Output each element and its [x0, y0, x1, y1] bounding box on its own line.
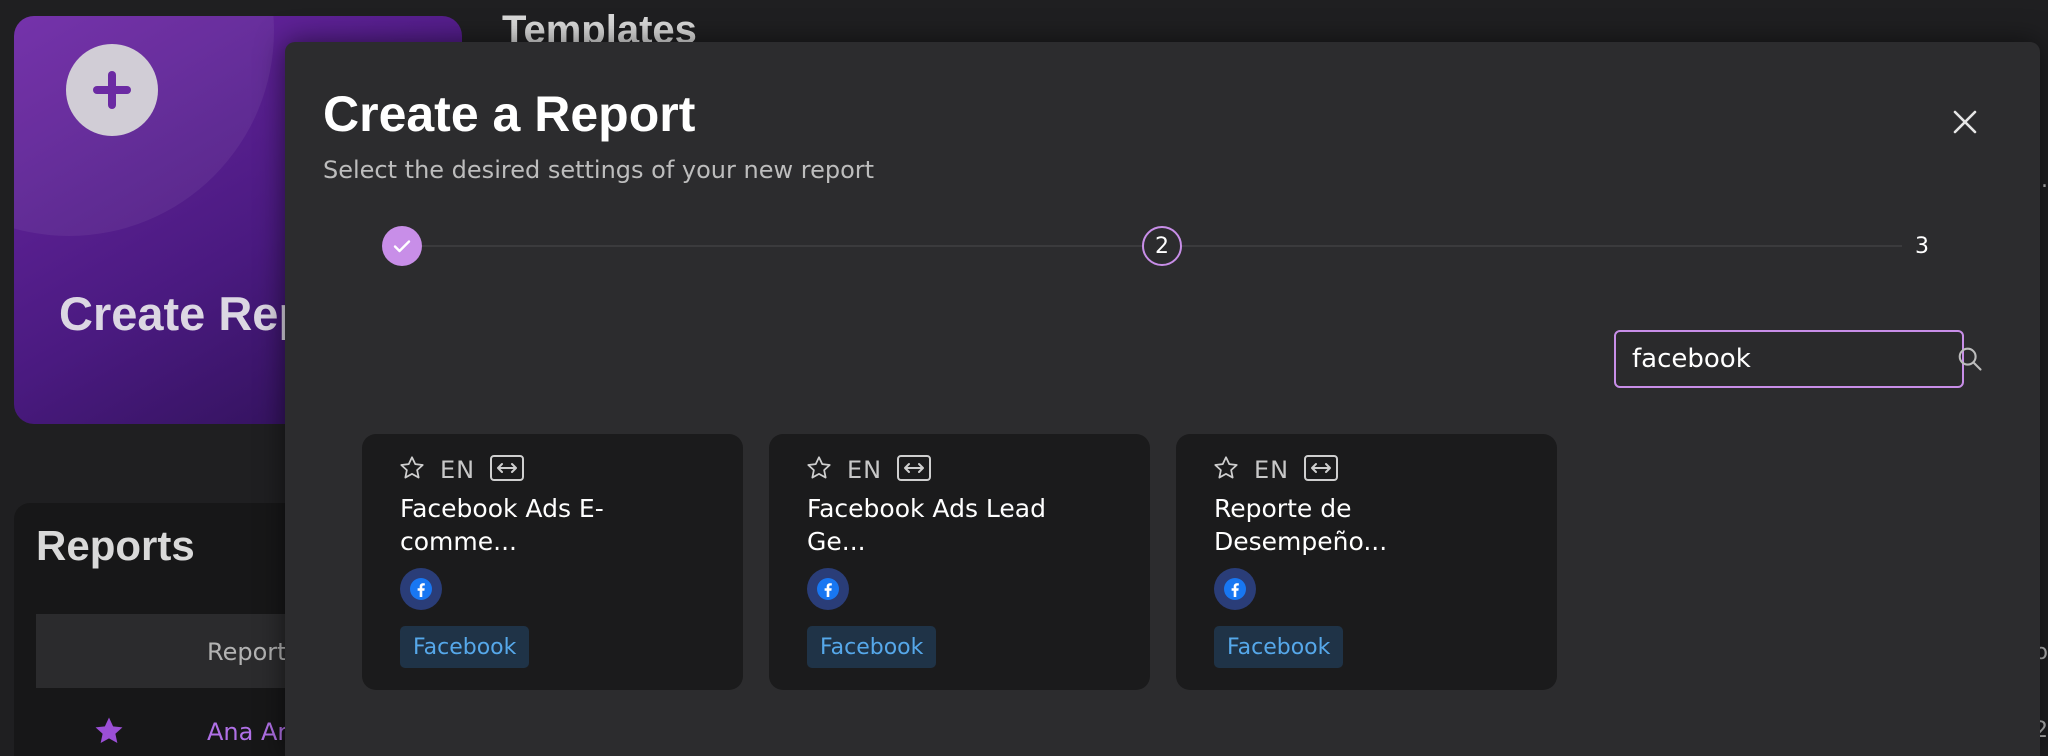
step-2-current[interactable]: 2 [1142, 226, 1182, 266]
plus-icon [66, 44, 158, 136]
facebook-tag: Facebook [400, 626, 530, 668]
width-expand-icon [489, 454, 525, 486]
star-outline-icon[interactable] [398, 454, 426, 486]
template-card[interactable]: EN Facebook Ads E-comme... Facebook [362, 434, 743, 690]
template-card-list: EN Facebook Ads E-comme... Facebook EN F… [362, 434, 1557, 690]
width-expand-icon [1303, 454, 1339, 486]
template-language: EN [847, 456, 883, 484]
template-language: EN [1254, 456, 1290, 484]
template-title: Facebook Ads Lead Ge... [807, 494, 1046, 556]
reports-column-header[interactable]: Report [207, 638, 287, 666]
template-title: Reporte de Desempeño... [1214, 494, 1388, 556]
facebook-icon [400, 568, 442, 610]
star-outline-icon[interactable] [805, 454, 833, 486]
template-title: Facebook Ads E-comme... [400, 494, 604, 556]
template-card-meta: EN [805, 452, 932, 488]
template-card-meta: EN [1212, 452, 1339, 488]
template-language: EN [440, 456, 476, 484]
facebook-tag: Facebook [807, 626, 937, 668]
search-input[interactable] [1632, 344, 1956, 374]
report-row-link[interactable]: Ana Ar [207, 718, 287, 746]
step-1-complete[interactable] [382, 226, 422, 266]
card-decoration [14, 16, 274, 236]
width-expand-icon [896, 454, 932, 486]
modal-title: Create a Report [323, 86, 696, 142]
stepper-connector [1182, 245, 1902, 247]
template-card[interactable]: EN Reporte de Desempeño... Facebook [1176, 434, 1557, 690]
star-outline-icon[interactable] [1212, 454, 1240, 486]
star-filled-icon[interactable] [92, 714, 126, 752]
check-icon [393, 240, 411, 253]
close-icon[interactable] [1945, 102, 1985, 142]
stepper-connector [422, 245, 1142, 247]
step-3-upcoming[interactable]: 3 [1902, 226, 1942, 266]
search-box[interactable] [1614, 330, 1982, 388]
facebook-icon [807, 568, 849, 610]
create-report-modal: Create a Report Select the desired setti… [285, 42, 2040, 756]
template-card-meta: EN [398, 452, 525, 488]
facebook-icon [1214, 568, 1256, 610]
edge-text: . [2041, 168, 2048, 193]
facebook-tag: Facebook [1214, 626, 1344, 668]
search-icon[interactable] [1956, 343, 1984, 375]
template-card[interactable]: EN Facebook Ads Lead Ge... Facebook [769, 434, 1150, 690]
reports-heading: Reports [36, 522, 195, 569]
modal-subtitle: Select the desired settings of your new … [323, 156, 875, 184]
